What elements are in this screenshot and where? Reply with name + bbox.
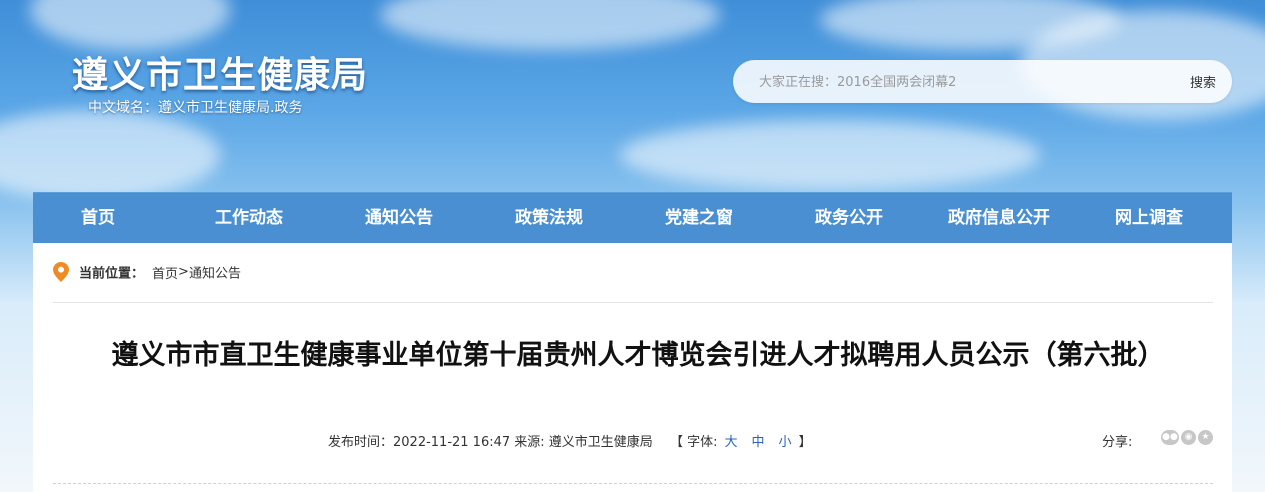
nav-item-party-building[interactable]: 党建之窗 <box>624 193 774 243</box>
share-icons: ●● ◉ ★ <box>1161 427 1215 445</box>
article-container: 当前位置： 首页>通知公告 遵义市市直卫生健康事业单位第十届贵州人才博览会引进人才… <box>33 243 1232 492</box>
breadcrumb-divider <box>53 302 1213 303</box>
nav-item-notices[interactable]: 通知公告 <box>324 193 474 243</box>
breadcrumb-separator: > <box>178 264 189 280</box>
breadcrumb-label: 当前位置： <box>79 266 145 282</box>
article-meta: 发布时间：2022-11-21 16:47 来源: 遵义市卫生健康局 <box>328 435 653 450</box>
site-title: 遵义市卫生健康局 <box>72 54 369 96</box>
search-box: 搜索 <box>733 60 1232 103</box>
cloud-decoration <box>620 120 1040 190</box>
nav-item-government-info[interactable]: 政府信息公开 <box>924 193 1074 243</box>
cloud-decoration <box>0 110 220 200</box>
article-title: 遵义市市直卫生健康事业单位第十届贵州人才博览会引进人才拟聘用人员公示（第六批） <box>111 340 1165 371</box>
main-nav: 首页 工作动态 通知公告 政策法规 党建之窗 政务公开 政府信息公开 网上调查 <box>33 192 1232 243</box>
nav-item-work-news[interactable]: 工作动态 <box>174 193 324 243</box>
cloud-decoration <box>380 0 720 50</box>
breadcrumb-current-link[interactable]: 通知公告 <box>189 267 241 282</box>
qzone-icon[interactable]: ★ <box>1198 430 1213 445</box>
site-domain: 中文域名：遵义市卫生健康局.政务 <box>88 100 303 116</box>
search-button[interactable]: 搜索 <box>1190 72 1216 91</box>
site-header: 遵义市卫生健康局 中文域名：遵义市卫生健康局.政务 搜索 <box>0 0 1265 200</box>
weibo-icon[interactable]: ◉ <box>1181 430 1196 445</box>
share-label: 分享: <box>1102 435 1133 450</box>
font-size-close-label: 】 <box>798 435 812 450</box>
wechat-icon[interactable]: ●● <box>1161 430 1179 445</box>
location-pin-icon <box>53 262 69 282</box>
nav-item-government-affairs[interactable]: 政务公开 <box>774 193 924 243</box>
nav-item-online-survey[interactable]: 网上调查 <box>1074 193 1224 243</box>
font-size-medium-button[interactable]: 中 <box>752 435 765 450</box>
font-size-large-button[interactable]: 大 <box>725 435 738 450</box>
cloud-decoration <box>30 0 230 50</box>
font-size-open-label: 【 字体: <box>670 435 718 450</box>
nav-item-policies[interactable]: 政策法规 <box>474 193 624 243</box>
search-input[interactable] <box>759 71 1149 93</box>
breadcrumb: 当前位置： 首页>通知公告 <box>53 262 241 282</box>
nav-item-home[interactable]: 首页 <box>23 193 173 243</box>
breadcrumb-home-link[interactable]: 首页 <box>152 267 178 282</box>
font-size-control: 【 字体: 大中小】 <box>670 431 812 450</box>
font-size-small-button[interactable]: 小 <box>779 435 792 450</box>
article-divider <box>53 483 1213 485</box>
